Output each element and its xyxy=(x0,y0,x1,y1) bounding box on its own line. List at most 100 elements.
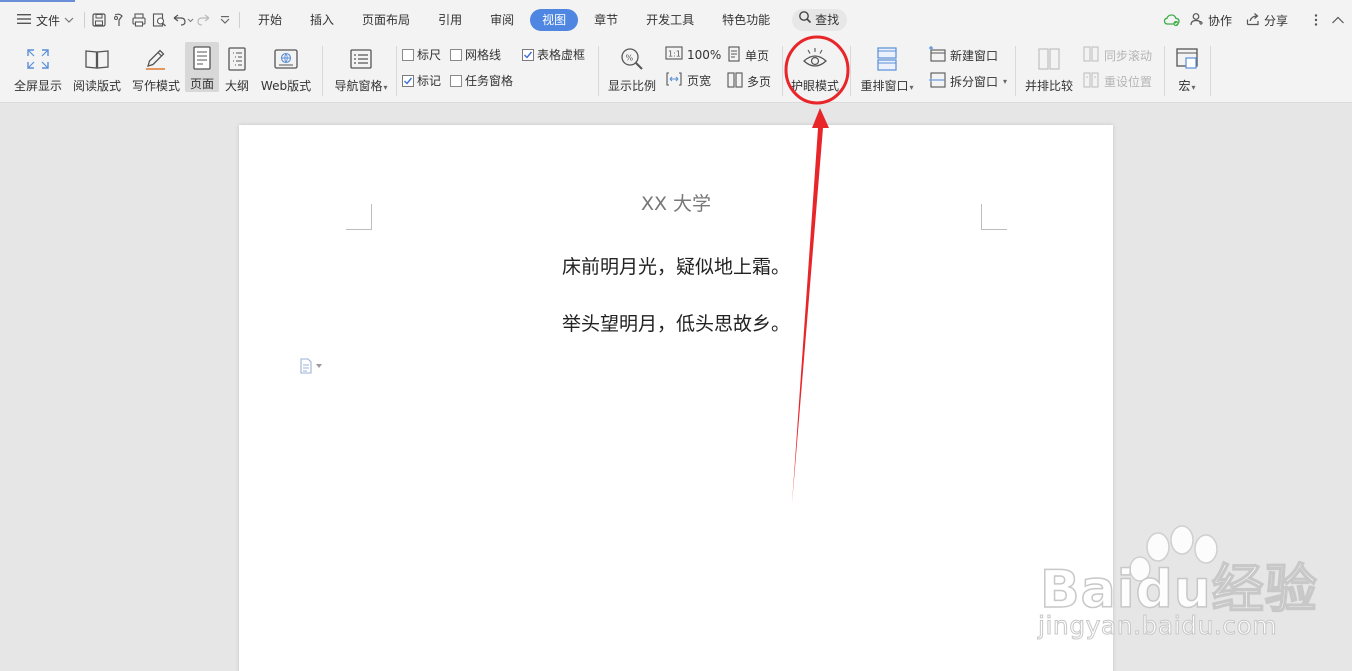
single-page-label: 单页 xyxy=(745,49,770,63)
separator xyxy=(84,12,86,28)
ruler-checkbox[interactable]: 标尺 xyxy=(402,46,441,63)
ribbon-separator xyxy=(782,46,783,96)
page-width-button[interactable]: 页宽 xyxy=(665,72,711,89)
multi-page-button[interactable]: 多页 xyxy=(727,72,771,91)
tab-features[interactable]: 特色功能 xyxy=(710,9,782,31)
sync-scroll-label: 同步滚动 xyxy=(1104,49,1153,63)
ribbon-view: 全屏显示 阅读版式 写作模式 页面 大纲 Web版式 导航窗格▾ 标尺 网格线 … xyxy=(0,40,1352,103)
poem-line-2[interactable]: 举头望明月，低头思故乡。 xyxy=(239,309,1113,336)
file-menu[interactable]: 文件 xyxy=(10,8,80,32)
marks-label: 标记 xyxy=(417,74,442,88)
page-layout-label: 页面 xyxy=(189,77,214,91)
more-options-icon[interactable] xyxy=(1306,10,1326,30)
fullscreen-button[interactable]: 全屏显示 xyxy=(10,44,66,94)
outline-button[interactable]: 大纲 xyxy=(222,44,252,94)
split-window-button[interactable]: 拆分窗口 ▾ xyxy=(928,72,1007,91)
collapse-ribbon-icon[interactable] xyxy=(1328,10,1348,30)
fullscreen-icon xyxy=(25,44,51,74)
marks-checkbox[interactable]: 标记 xyxy=(402,72,441,89)
redo-icon[interactable] xyxy=(195,10,215,30)
writing-mode-label: 写作模式 xyxy=(131,79,180,93)
search-button[interactable]: 查找 xyxy=(792,9,848,31)
baidu-jingyan-watermark: Baidu经验 jingyan.baidu.com xyxy=(1030,525,1330,665)
share-button[interactable]: 分享 xyxy=(1240,8,1294,32)
page-icon xyxy=(191,44,213,72)
tab-review[interactable]: 审阅 xyxy=(478,9,526,31)
new-window-label: 新建窗口 xyxy=(950,49,999,63)
arrange-windows-button[interactable]: 重排窗口▾ xyxy=(857,44,917,94)
page-width-label: 页宽 xyxy=(687,74,712,88)
document-page[interactable]: XX 大学 床前明月光，疑似地上霜。 举头望明月，低头思故乡。 xyxy=(239,125,1113,671)
ribbon-separator xyxy=(850,46,851,96)
gridlines-checkbox[interactable]: 网格线 xyxy=(450,46,501,63)
svg-text:1:1: 1:1 xyxy=(668,50,681,59)
new-window-button[interactable]: 新建窗口 xyxy=(928,46,998,65)
paragraph-layout-icon[interactable] xyxy=(299,358,322,374)
poem-line-1[interactable]: 床前明月光，疑似地上霜。 xyxy=(239,252,1113,279)
pencil-icon xyxy=(143,44,169,74)
tab-developer[interactable]: 开发工具 xyxy=(634,9,706,31)
eye-protection-mode-button[interactable]: 护眼模式 xyxy=(788,44,842,94)
nav-pane-icon xyxy=(348,44,374,74)
reset-position-label: 重设位置 xyxy=(1104,75,1153,89)
watermark-url: jingyan.baidu.com xyxy=(1037,611,1278,641)
web-layout-button[interactable]: Web版式 xyxy=(257,44,315,94)
chevron-down-icon xyxy=(64,13,74,27)
web-icon xyxy=(273,44,299,74)
side-by-side-label: 并排比较 xyxy=(1024,79,1073,93)
side-by-side-button[interactable]: 并排比较 xyxy=(1022,44,1076,94)
tab-view[interactable]: 视图 xyxy=(530,9,579,31)
arrange-windows-label: 重排窗口▾ xyxy=(860,79,914,93)
reset-position-button[interactable]: 重设位置 xyxy=(1082,72,1152,91)
zoom-100-button[interactable]: 1:1 100% xyxy=(665,46,721,63)
outline-label: 大纲 xyxy=(224,79,249,93)
page-header-text[interactable]: XX 大学 xyxy=(239,189,1113,216)
print-preview-icon[interactable] xyxy=(149,10,169,30)
reading-layout-button[interactable]: 阅读版式 xyxy=(70,44,124,94)
multi-page-icon xyxy=(727,72,743,91)
ruler-checkbox-box xyxy=(402,48,414,61)
multi-page-label: 多页 xyxy=(747,75,772,89)
tab-references[interactable]: 引用 xyxy=(426,9,474,31)
quick-access-more-icon[interactable] xyxy=(215,10,235,30)
tab-home[interactable]: 开始 xyxy=(246,9,294,31)
arrange-windows-icon xyxy=(874,44,900,74)
undo-icon[interactable] xyxy=(169,10,195,30)
file-menu-label: 文件 xyxy=(36,13,61,28)
collaborate-button[interactable]: 协作 xyxy=(1184,8,1238,32)
page-layout-button[interactable]: 页面 xyxy=(185,42,219,92)
share-label: 分享 xyxy=(1263,13,1288,28)
collaborate-label: 协作 xyxy=(1207,13,1232,28)
zoom-100-label: 100% xyxy=(687,47,722,62)
print-icon[interactable] xyxy=(129,10,149,30)
gridlines-checkbox-box xyxy=(450,48,462,61)
macro-button[interactable]: 宏▾ xyxy=(1170,44,1204,94)
macro-label: 宏▾ xyxy=(1178,79,1196,93)
tab-page-layout[interactable]: 页面布局 xyxy=(350,9,422,31)
writing-mode-button[interactable]: 写作模式 xyxy=(129,44,183,94)
table-dashed-checkbox[interactable]: 表格虚框 xyxy=(522,46,585,63)
nav-pane-label: 导航窗格▾ xyxy=(334,79,388,93)
ribbon-separator xyxy=(1210,46,1211,96)
single-page-button[interactable]: 单页 xyxy=(727,46,769,65)
ribbon-separator xyxy=(1015,46,1016,96)
zoom-button[interactable]: % 显示比例 xyxy=(605,44,659,94)
format-painter-icon[interactable] xyxy=(109,10,129,30)
accent-line xyxy=(0,0,75,2)
save-icon[interactable] xyxy=(89,10,109,30)
task-pane-checkbox[interactable]: 任务窗格 xyxy=(450,72,513,89)
ribbon-separator xyxy=(1164,46,1165,96)
sync-scroll-button[interactable]: 同步滚动 xyxy=(1082,46,1152,65)
macro-icon xyxy=(1174,44,1200,74)
book-icon xyxy=(84,44,110,74)
cloud-sync-icon[interactable] xyxy=(1162,10,1182,30)
reset-position-icon xyxy=(1082,72,1100,91)
eye-protection-mode-label: 护眼模式 xyxy=(790,79,839,93)
fullscreen-label: 全屏显示 xyxy=(13,79,62,93)
ribbon-separator xyxy=(598,46,599,96)
side-by-side-icon xyxy=(1036,44,1062,74)
tab-insert[interactable]: 插入 xyxy=(298,9,346,31)
tab-chapter[interactable]: 章节 xyxy=(582,9,630,31)
hamburger-icon xyxy=(16,12,32,29)
nav-pane-button[interactable]: 导航窗格▾ xyxy=(330,44,392,94)
